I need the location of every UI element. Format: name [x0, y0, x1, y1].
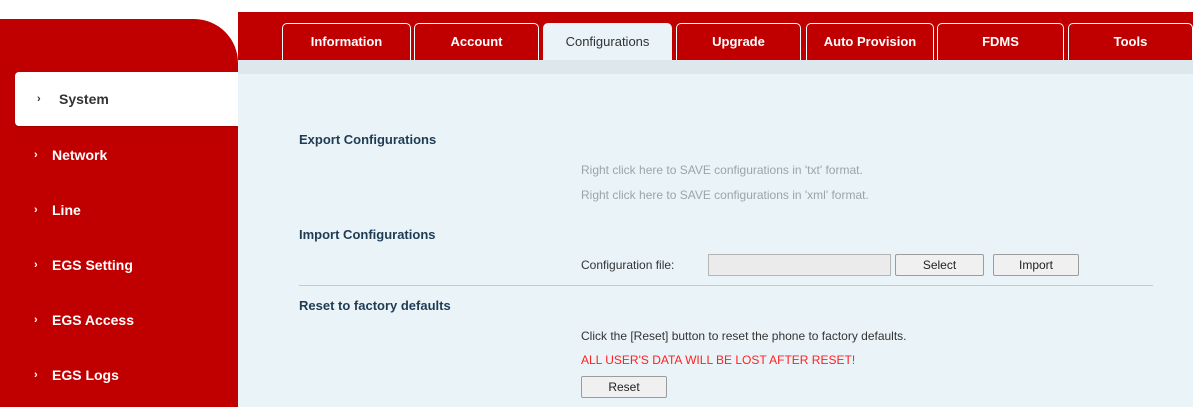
tab-information[interactable]: Information — [282, 23, 411, 60]
tab-tools[interactable]: Tools — [1068, 23, 1193, 60]
tab-fdms[interactable]: FDMS — [937, 23, 1064, 60]
sidebar-item-label: Line — [52, 202, 81, 218]
save-xml-link[interactable]: Right click here to SAVE configurations … — [581, 188, 869, 202]
sidebar-item-line[interactable]: › Line — [0, 183, 238, 237]
sidebar-item-label: EGS Setting — [52, 257, 133, 273]
chevron-right-icon: › — [34, 314, 38, 326]
save-txt-link[interactable]: Right click here to SAVE configurations … — [581, 163, 863, 177]
sidebar-item-label: EGS Access — [52, 312, 134, 328]
sidebar-item-egs-logs[interactable]: › EGS Logs — [0, 348, 238, 402]
reset-section-title: Reset to factory defaults — [299, 298, 451, 313]
sidebar-header — [0, 19, 238, 72]
chevron-right-icon: › — [34, 259, 38, 271]
sidebar: › System › Network › Line › EGS Setting … — [0, 0, 238, 407]
sidebar-item-system[interactable]: › System — [15, 72, 238, 126]
reset-button[interactable]: Reset — [581, 376, 667, 398]
tab-upgrade[interactable]: Upgrade — [676, 23, 801, 60]
chevron-right-icon: › — [34, 369, 38, 381]
sidebar-item-egs-access[interactable]: › EGS Access — [0, 293, 238, 347]
content-top-strip — [238, 60, 1193, 74]
reset-description: Click the [Reset] button to reset the ph… — [581, 329, 907, 343]
sidebar-item-label: System — [59, 91, 109, 107]
section-divider — [299, 285, 1153, 286]
tab-configurations[interactable]: Configurations — [543, 23, 672, 60]
sidebar-item-label: Network — [52, 147, 108, 163]
tab-account[interactable]: Account — [414, 23, 539, 60]
import-section-title: Import Configurations — [299, 227, 436, 242]
chevron-right-icon: › — [34, 204, 38, 216]
sidebar-item-network[interactable]: › Network — [0, 128, 238, 182]
reset-warning: ALL USER'S DATA WILL BE LOST AFTER RESET… — [581, 353, 856, 367]
configuration-file-label: Configuration file: — [581, 258, 675, 272]
configuration-file-field[interactable] — [708, 254, 891, 276]
chevron-right-icon: › — [34, 149, 38, 161]
import-button[interactable]: Import — [993, 254, 1079, 276]
sidebar-item-egs-setting[interactable]: › EGS Setting — [0, 238, 238, 292]
export-section-title: Export Configurations — [299, 132, 437, 147]
sidebar-item-label: EGS Logs — [52, 367, 119, 383]
select-button[interactable]: Select — [895, 254, 984, 276]
tab-auto-provision[interactable]: Auto Provision — [806, 23, 934, 60]
chevron-right-icon: › — [37, 93, 41, 105]
main-content: Export Configurations Right click here t… — [238, 60, 1193, 407]
